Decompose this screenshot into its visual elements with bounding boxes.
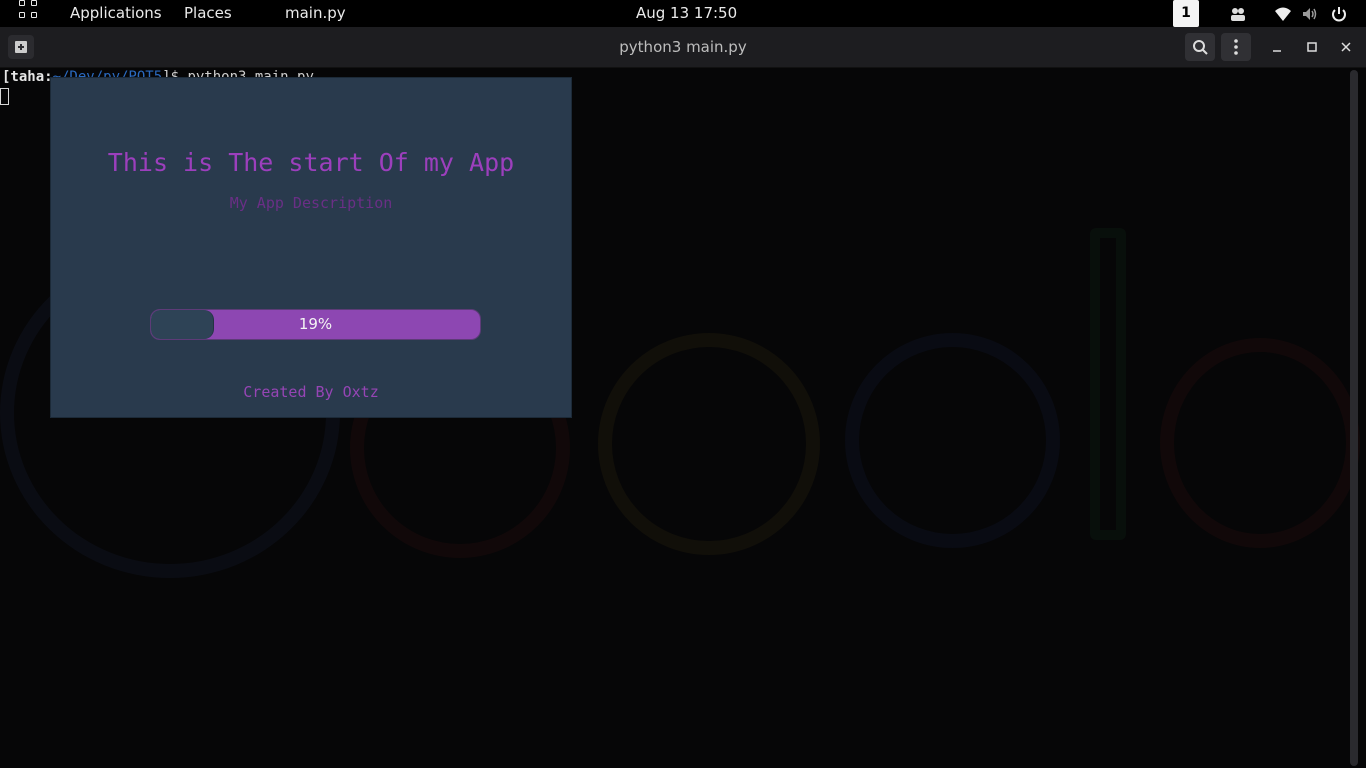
splash-window: This is The start Of my App My App Descr… <box>50 77 572 418</box>
search-button[interactable] <box>1185 33 1215 61</box>
wallpaper-ghost <box>598 333 820 555</box>
places-menu[interactable]: Places <box>184 0 232 27</box>
close-icon <box>1335 36 1357 58</box>
prompt-user: [taha: <box>2 69 53 85</box>
workspace-indicator[interactable]: 1 <box>1173 0 1199 27</box>
splash-description: My App Description <box>229 194 393 212</box>
top-bar: Applications Places main.py Aug 13 17:50… <box>0 0 1366 27</box>
terminal-title: python3 main.py <box>619 38 747 56</box>
splash-credit: Created By Oxtz <box>243 383 379 401</box>
new-tab-icon <box>8 35 34 59</box>
volume-icon[interactable] <box>1301 5 1319 23</box>
focused-app-menu[interactable]: main.py <box>285 0 346 27</box>
app-grid-icon[interactable] <box>19 0 38 27</box>
wifi-icon[interactable] <box>1274 5 1292 23</box>
search-icon <box>1185 33 1215 61</box>
wallpaper-ghost <box>845 333 1060 548</box>
applications-menu[interactable]: Applications <box>70 0 162 27</box>
people-icon[interactable] <box>1229 5 1247 23</box>
menu-icon <box>1221 33 1251 61</box>
terminal-scrollbar[interactable] <box>1350 70 1358 766</box>
splash-title: This is The start Of my App <box>107 148 515 177</box>
progress-bar: 19% <box>150 309 481 340</box>
new-tab-button[interactable] <box>8 35 34 59</box>
close-button[interactable] <box>1335 36 1357 58</box>
minimize-icon <box>1266 36 1288 58</box>
terminal-cursor <box>0 88 9 105</box>
wallpaper-ghost <box>1090 228 1126 540</box>
maximize-icon <box>1301 36 1323 58</box>
minimize-button[interactable] <box>1266 36 1288 58</box>
wallpaper-ghost <box>1160 338 1360 548</box>
terminal-header-bar: python3 main.py <box>0 27 1366 68</box>
clock[interactable]: Aug 13 17:50 <box>636 0 737 27</box>
menu-button[interactable] <box>1221 33 1251 61</box>
progress-percentage: 19% <box>298 315 333 333</box>
maximize-button[interactable] <box>1301 36 1323 58</box>
power-icon[interactable] <box>1330 5 1348 23</box>
